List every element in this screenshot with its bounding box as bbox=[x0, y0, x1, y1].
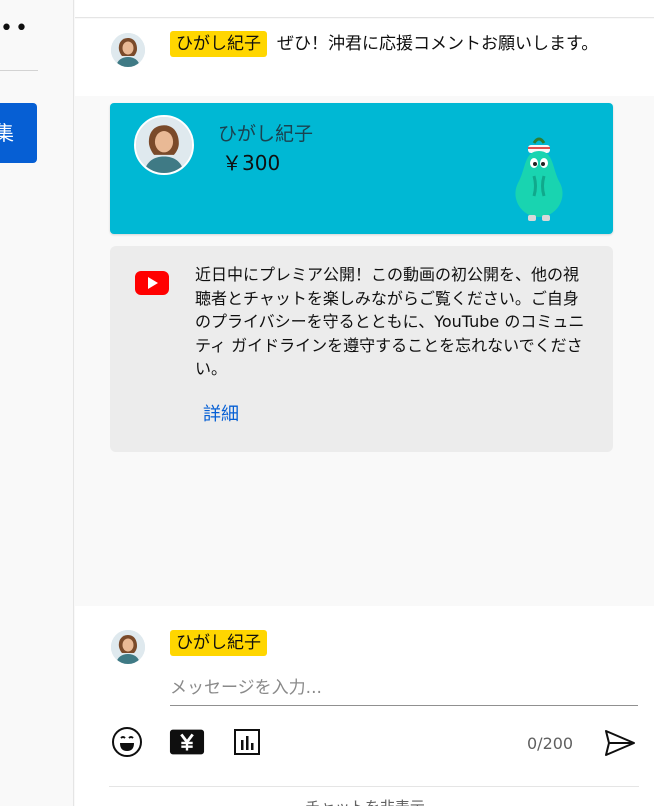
message-input[interactable] bbox=[170, 674, 638, 702]
message-field[interactable] bbox=[170, 674, 638, 706]
chat-input-area: ひがし紀子 メッセージを入力... 0/200 bbox=[75, 606, 654, 806]
yen-icon[interactable] bbox=[169, 724, 205, 760]
youtube-logo-icon bbox=[135, 271, 169, 295]
send-icon[interactable] bbox=[603, 728, 637, 758]
avatar[interactable] bbox=[111, 33, 145, 67]
page: •• 集 ひがし紀子 ぜひ！沖君に応援コメントお願いします。 ひがし紀子 ￥30… bbox=[0, 0, 654, 806]
emoji-icon[interactable] bbox=[109, 724, 145, 760]
input-author-name: ひがし紀子 bbox=[170, 630, 267, 656]
live-chat-panel: ひがし紀子 ぜひ！沖君に応援コメントお願いします。 ひがし紀子 ￥300 近日中… bbox=[75, 0, 654, 806]
superchat-avatar bbox=[134, 115, 194, 175]
edit-button-label: 集 bbox=[0, 121, 14, 145]
background-page-strip: •• 集 bbox=[0, 0, 74, 806]
message-text: ぜひ！沖君に応援コメントお願いします。 bbox=[277, 34, 599, 54]
premiere-notice: 近日中にプレミア公開！この動画の初公開を、他の視聴者とチャットを楽しみながらご覧… bbox=[110, 246, 613, 452]
chat-message-content: ひがし紀子 ぜひ！沖君に応援コメントお願いします。 bbox=[170, 31, 620, 57]
superchat-amount: ￥300 bbox=[222, 151, 281, 175]
chat-message: ひがし紀子 ぜひ！沖君に応援コメントお願いします。 bbox=[75, 19, 654, 96]
footer-divider bbox=[109, 786, 639, 787]
more-options-icon[interactable]: •• bbox=[0, 18, 30, 40]
learn-more-link[interactable]: 詳細 bbox=[203, 400, 239, 426]
pear-sticker-icon bbox=[504, 121, 574, 225]
chat-top-divider bbox=[75, 0, 654, 18]
superchat-author: ひがし紀子 bbox=[218, 123, 314, 145]
input-avatar bbox=[111, 630, 145, 664]
divider bbox=[0, 70, 38, 71]
author-name[interactable]: ひがし紀子 bbox=[170, 31, 267, 57]
poll-icon[interactable] bbox=[229, 724, 265, 760]
hide-chat-button[interactable]: チャットを非表示 bbox=[305, 796, 425, 806]
char-counter: 0/200 bbox=[527, 734, 574, 753]
input-author-wrap: ひがし紀子 bbox=[170, 630, 267, 656]
edit-button[interactable]: 集 bbox=[0, 103, 37, 163]
super-chat-card[interactable]: ひがし紀子 ￥300 bbox=[110, 103, 613, 234]
notice-text: 近日中にプレミア公開！この動画の初公開を、他の視聴者とチャットを楽しみながらご覧… bbox=[195, 265, 585, 378]
